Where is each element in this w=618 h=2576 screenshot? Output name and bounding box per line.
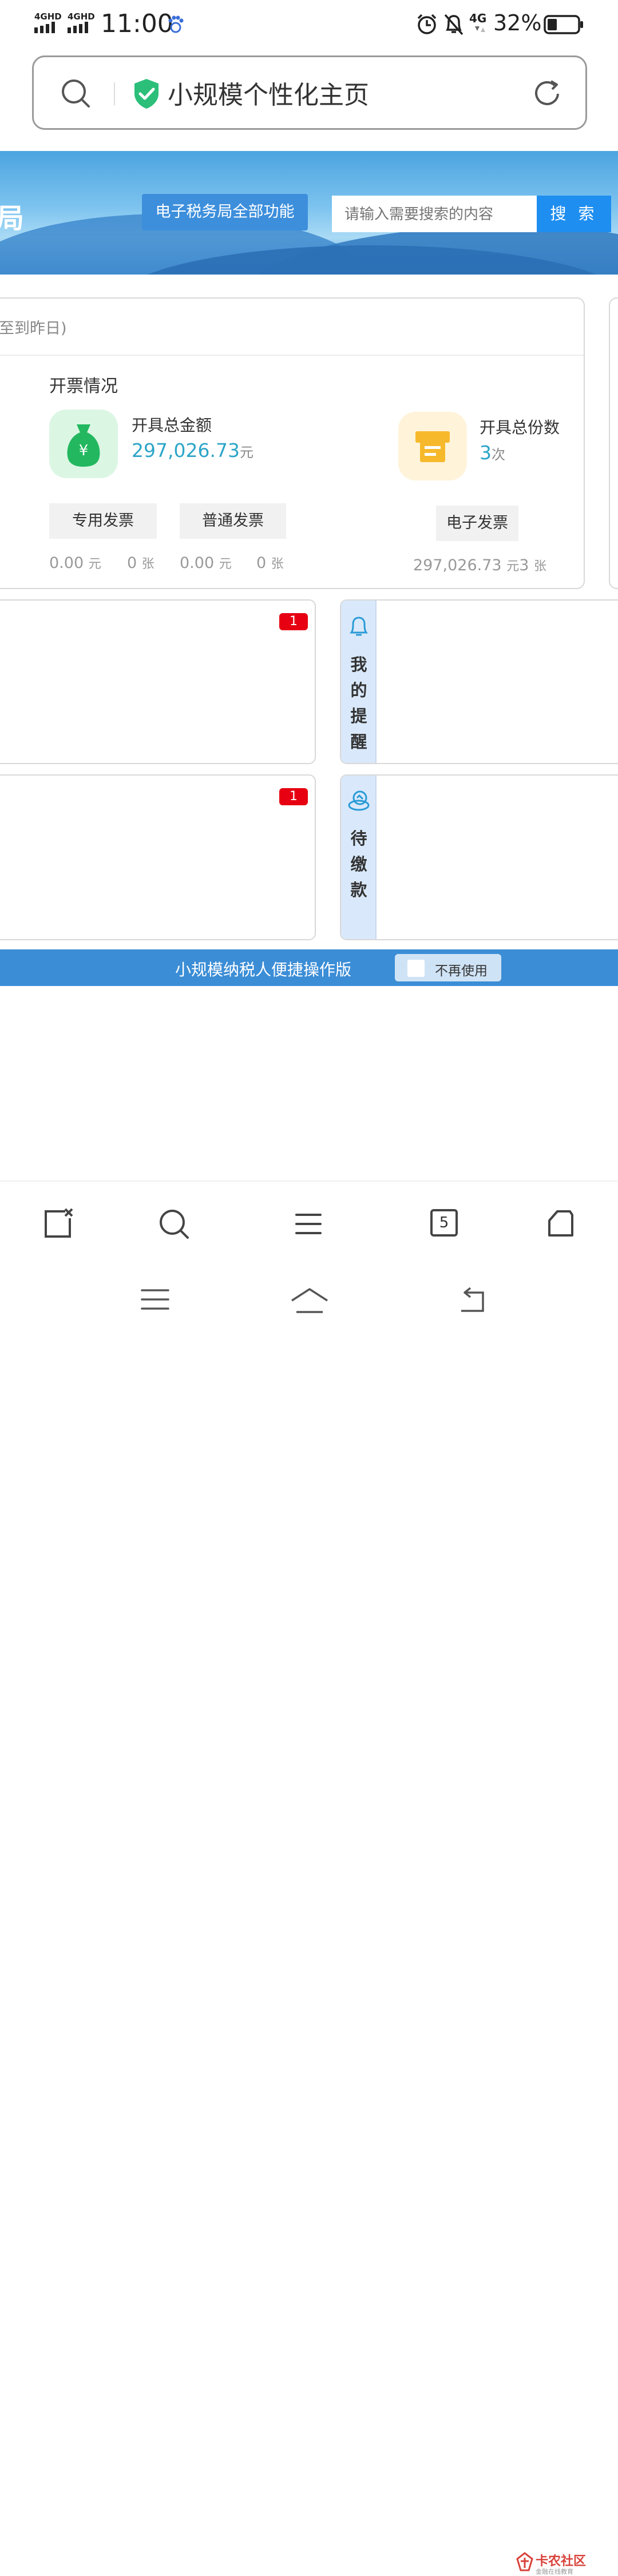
pending-char: 待 (350, 829, 367, 848)
shield-check-icon (134, 79, 159, 109)
electronic-amount-number: 297,026.73 (413, 556, 502, 574)
reminders-sidebar: 我 的 提 醒 (341, 601, 377, 763)
invoice-summary-card: 至到昨日) 开票情况 ¥ 开具总金额 297,026.73元 开具总份数 3次 … (0, 297, 585, 589)
quick-mode-bar: 小规模纳税人便捷操作版 不再使用 (0, 949, 618, 986)
mute-bell-icon (444, 14, 464, 35)
banner-edge-text: 局 (0, 202, 25, 234)
pending-char: 款 (350, 880, 367, 900)
reminders-char: 我 (350, 655, 367, 674)
pending-payment-panel[interactable]: 待 缴 款 (340, 774, 618, 940)
clock: 11:00 (101, 9, 173, 38)
next-card-edge (609, 297, 618, 589)
special-invoice-tab[interactable]: 专用发票 (49, 503, 157, 539)
electronic-count-number: 3 (519, 556, 529, 574)
electronic-amount-unit: 元 (506, 559, 520, 574)
pending-char: 缴 (350, 854, 367, 874)
page-title: 小规模个性化主页 (168, 81, 369, 110)
data-arrows-icon (475, 26, 485, 32)
electronic-count-unit: 张 (533, 559, 546, 574)
alarm-icon (417, 14, 437, 34)
system-home-icon[interactable] (290, 1287, 330, 1314)
all-functions-button[interactable]: 电子税务局全部功能 (142, 194, 308, 230)
payment-icon (348, 790, 370, 811)
signal-1-label: 4GHD (34, 11, 62, 22)
svg-text:¥: ¥ (79, 442, 89, 459)
status-bar: 4GHD 4GHD 11:00 4G 32% (0, 0, 618, 50)
my-reminders-panel[interactable]: 我 的 提 醒 (340, 599, 618, 764)
system-navigation: 卡农社区 金融在线教育 (0, 1261, 618, 2575)
money-bag-icon: ¥ (67, 424, 100, 467)
network-4g-label: 4G (469, 11, 487, 25)
total-count-unit: 次 (492, 447, 505, 463)
printer-icon-box (398, 412, 467, 480)
banner: 局 电子税务局全部功能 搜 索 (0, 151, 618, 275)
card-header-text: 至到昨日) (0, 320, 67, 337)
normal-count-unit: 张 (271, 557, 284, 571)
banner-search-button[interactable]: 搜 索 (537, 196, 611, 232)
address-bar[interactable]: 小规模个性化主页 (32, 55, 587, 130)
recent-apps-icon[interactable] (140, 1287, 171, 1312)
left-bottom-panel[interactable]: 1 (0, 774, 316, 940)
total-amount-value: 297,026.73元 (132, 439, 253, 462)
reminders-label: 我 的 提 醒 (341, 652, 377, 755)
close-page-icon[interactable] (42, 1208, 74, 1240)
total-amount-unit: 元 (239, 444, 253, 460)
section-title: 开票情况 (49, 376, 118, 396)
signal-2-icon (68, 22, 88, 33)
normal-count-number: 0 (256, 554, 267, 572)
signal-2-label: 4GHD (68, 11, 95, 22)
banner-search-input[interactable] (332, 196, 537, 232)
left-top-panel[interactable]: 1 (0, 599, 316, 764)
normal-invoice-count: 0 张 (256, 554, 284, 572)
stop-using-label: 不再使用 (435, 964, 488, 979)
total-amount-number: 297,026.73 (132, 439, 240, 462)
battery-percent: 32% (493, 10, 542, 35)
refresh-icon[interactable] (532, 78, 564, 110)
special-count-unit: 张 (141, 557, 154, 571)
invoice-printer-icon (415, 431, 450, 462)
special-count-number: 0 (127, 554, 137, 572)
watermark-logo-icon (516, 2552, 533, 2571)
special-amount-number: 0.00 (49, 554, 84, 572)
special-invoice-count: 0 张 (127, 554, 154, 572)
signal-1-icon (34, 22, 55, 33)
total-count-number: 3 (480, 442, 492, 464)
quick-mode-text: 小规模纳税人便捷操作版 (175, 960, 352, 979)
reminders-char: 的 (350, 681, 367, 700)
normal-invoice-amount: 0.00 元 (180, 554, 232, 572)
total-count-value: 3次 (480, 442, 505, 464)
stop-using-toggle[interactable]: 不再使用 (395, 954, 501, 981)
normal-amount-unit: 元 (219, 557, 232, 571)
reminders-char: 醒 (350, 732, 367, 752)
reminders-char: 提 (350, 706, 367, 726)
home-icon[interactable] (545, 1208, 576, 1239)
battery-icon (544, 15, 583, 34)
stop-using-checkbox[interactable] (407, 960, 425, 977)
bell-icon (350, 617, 368, 636)
special-invoice-amount: 0.00 元 (49, 554, 101, 572)
back-icon[interactable] (455, 1287, 488, 1314)
paw-icon (168, 15, 184, 33)
special-amount-unit: 元 (88, 557, 101, 571)
tabs-button[interactable]: 5 (430, 1209, 458, 1237)
watermark-subtitle: 金融在线教育 (536, 2568, 573, 2575)
total-count-label: 开具总份数 (480, 418, 560, 437)
search-icon[interactable] (60, 78, 92, 110)
search-icon[interactable] (158, 1208, 190, 1240)
pending-payment-sidebar: 待 缴 款 (341, 776, 377, 939)
money-bag-icon-box: ¥ (49, 410, 118, 478)
card-header: 至到昨日) (0, 299, 584, 356)
electronic-invoice-summary: 297,026.73 元3 张 (413, 556, 546, 574)
pending-payment-label: 待 缴 款 (341, 826, 377, 903)
notification-badge: 1 (279, 788, 308, 805)
normal-invoice-tab[interactable]: 普通发票 (180, 503, 286, 539)
normal-amount-number: 0.00 (180, 554, 215, 572)
total-amount-label: 开具总金额 (132, 416, 212, 435)
notification-badge: 1 (279, 613, 308, 630)
electronic-invoice-tab[interactable]: 电子发票 (436, 506, 518, 541)
menu-icon[interactable] (294, 1211, 323, 1237)
address-divider (114, 82, 115, 105)
browser-toolbar: 5 (0, 1180, 618, 1261)
